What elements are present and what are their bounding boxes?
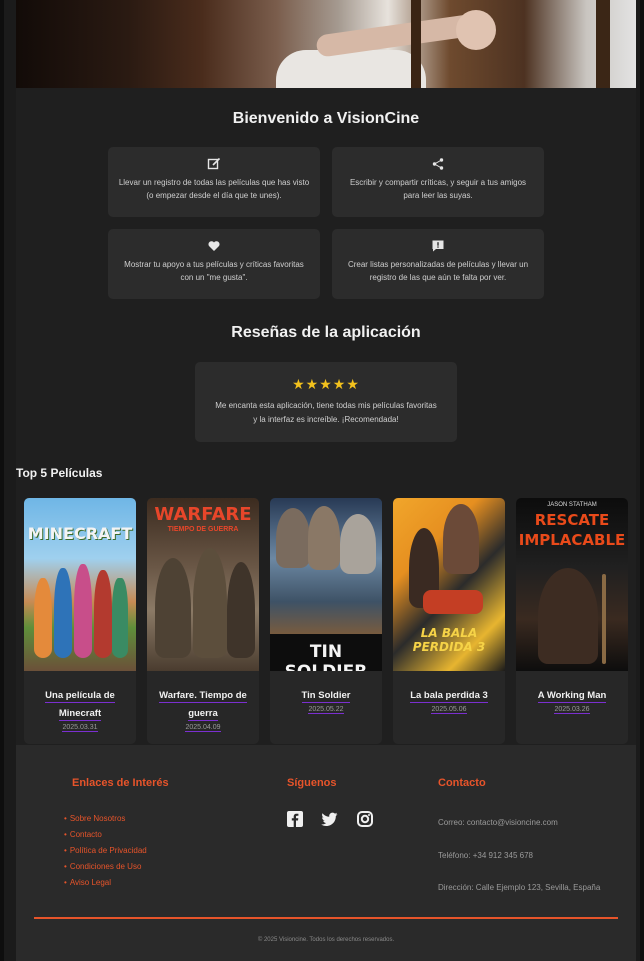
heart-icon: [208, 241, 220, 251]
reviews-title: Reseñas de la aplicación: [231, 324, 421, 341]
poster-figure: [276, 508, 310, 568]
movie-card[interactable]: TIN SOLDIER Tin Soldier 2025.05.22: [270, 498, 382, 744]
poster-car: [423, 590, 483, 614]
movie-title[interactable]: La bala perdida 3: [397, 687, 501, 705]
page: Bienvenido a VisionCine Llevar un regist…: [0, 0, 644, 961]
movie-date: 2025.03.31: [62, 724, 98, 732]
feature-text: Escribir y compartir críticas, y seguir …: [349, 178, 527, 200]
poster-subtitle-text: TIEMPO DE GUERRA: [167, 526, 239, 533]
poster-figure: [538, 568, 598, 664]
poster-figure: [54, 568, 72, 658]
poster-title-text: WARFARE: [154, 504, 252, 525]
feature-text: Mostrar tu apoyo a tus películas y críti…: [124, 260, 304, 282]
footer-link-privacy[interactable]: Política de Privacidad: [64, 843, 147, 859]
facebook-icon[interactable]: [287, 811, 303, 832]
poster-figure: [112, 578, 128, 658]
social-links: [287, 811, 387, 832]
main-content: Bienvenido a VisionCine Llevar un regist…: [16, 88, 636, 745]
share-icon: [432, 158, 444, 170]
hero-hand-shape: [456, 10, 496, 50]
feature-text: Crear listas personalizadas de películas…: [347, 260, 529, 282]
contact-address: Dirección: Calle Ejemplo 123, Sevilla, E…: [438, 883, 601, 892]
movie-date: 2025.04.09: [185, 724, 221, 732]
edit-icon: [207, 157, 221, 170]
movie-poster[interactable]: WARFARE TIEMPO DE GUERRA: [147, 498, 259, 671]
poster-figure: [155, 558, 191, 658]
movie-title[interactable]: Una película de Minecraft: [28, 687, 132, 723]
poster-figure: [443, 504, 479, 574]
footer-links-list: Sobre Nosotros Contacto Política de Priv…: [64, 811, 147, 891]
poster-figure: [94, 570, 112, 658]
footer-divider: [34, 917, 618, 919]
hero-door-frame-right: [596, 0, 610, 88]
contact-phone: Teléfono: +34 912 345 678: [438, 851, 533, 860]
top-movies-title: Top 5 Películas: [16, 466, 103, 480]
movie-card[interactable]: MINECRAFT Una película de Minecraft 2025…: [24, 498, 136, 744]
list-icon: [432, 240, 444, 252]
review-text: Me encanta esta aplicación, tiene todas …: [215, 401, 437, 424]
movie-title[interactable]: Warfare. Tiempo de guerra: [151, 687, 255, 723]
feature-card-likes: Mostrar tu apoyo a tus películas y críti…: [108, 229, 320, 299]
contact-email[interactable]: Correo: contacto@visioncine.com: [438, 818, 558, 827]
footer-link-legal[interactable]: Aviso Legal: [64, 875, 147, 891]
poster-figure: [227, 562, 255, 658]
movie-card[interactable]: JASON STATHAM RESCATE IMPLACABLE A Worki…: [516, 498, 628, 744]
feature-text: Llevar un registro de todas las película…: [118, 178, 310, 200]
movie-poster[interactable]: JASON STATHAM RESCATE IMPLACABLE: [516, 498, 628, 671]
poster-weapon: [602, 574, 606, 664]
footer-link-contact[interactable]: Contacto: [64, 827, 147, 843]
poster-figure: [308, 506, 340, 570]
poster-figure: [34, 578, 52, 658]
movie-card[interactable]: WARFARE TIEMPO DE GUERRA Warfare. Tiempo…: [147, 498, 259, 744]
movie-date: 2025.05.06: [431, 706, 467, 714]
feature-card-reviews: Escribir y compartir críticas, y seguir …: [332, 147, 544, 217]
footer-links-title: Enlaces de Interés: [72, 777, 169, 789]
hero-dress-shape: [276, 50, 426, 88]
poster-title-text: LA BALA PERDIDA 3: [412, 626, 486, 654]
feature-card-lists: Crear listas personalizadas de películas…: [332, 229, 544, 299]
poster-figure: [193, 548, 227, 658]
instagram-icon[interactable]: [356, 811, 373, 832]
movie-card[interactable]: LA BALA PERDIDA 3 La bala perdida 3 2025…: [393, 498, 505, 744]
rating-stars: ★★★★★: [292, 376, 360, 392]
twitter-icon[interactable]: [321, 812, 338, 832]
movie-poster[interactable]: MINECRAFT: [24, 498, 136, 671]
poster-figure: [340, 514, 376, 574]
movie-poster[interactable]: LA BALA PERDIDA 3: [393, 498, 505, 671]
movie-title[interactable]: A Working Man: [520, 687, 624, 705]
poster-actor-text: JASON STATHAM: [547, 502, 597, 508]
site-footer: Enlaces de Interés Sobre Nosotros Contac…: [16, 745, 636, 961]
feature-card-log: Llevar un registro de todas las película…: [108, 147, 320, 217]
footer-contact-title: Contacto: [438, 777, 486, 789]
footer-social-title: Síguenos: [287, 777, 337, 789]
poster-figure: [74, 564, 92, 658]
movie-date: 2025.03.26: [554, 706, 590, 714]
page-edge-right: [640, 0, 644, 961]
review-card: ★★★★★ Me encanta esta aplicación, tiene …: [195, 362, 457, 442]
poster-title-text: RESCATE IMPLACABLE: [518, 511, 626, 549]
hero-door-frame: [411, 0, 421, 88]
footer-link-about[interactable]: Sobre Nosotros: [64, 811, 147, 827]
poster-title-text: TIN SOLDIER: [285, 642, 368, 671]
footer-link-terms[interactable]: Condiciones de Uso: [64, 859, 147, 875]
movie-poster[interactable]: TIN SOLDIER: [270, 498, 382, 671]
copyright-text: © 2025 Visioncine. Todos los derechos re…: [257, 937, 395, 943]
poster-title-text: MINECRAFT: [27, 524, 133, 543]
movie-title[interactable]: Tin Soldier: [274, 687, 378, 705]
welcome-title: Bienvenido a VisionCine: [232, 110, 420, 127]
movie-date: 2025.05.22: [308, 706, 344, 714]
page-edge-left: [0, 0, 4, 961]
hero-banner-image: [16, 0, 636, 88]
